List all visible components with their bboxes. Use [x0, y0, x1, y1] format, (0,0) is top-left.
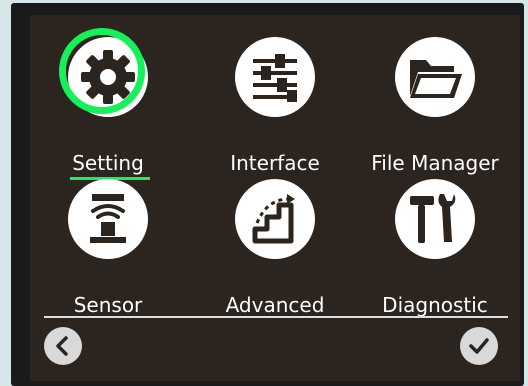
menu-item-label: Diagnostic	[382, 293, 488, 317]
selection-ring	[59, 28, 145, 114]
screen: Setting Interface File Manager Sensor Ad…	[30, 15, 520, 381]
menu-item-setting[interactable]: Setting	[30, 28, 188, 187]
back-button[interactable]	[44, 327, 82, 365]
check-icon	[469, 338, 489, 354]
menu-item-label: Sensor	[73, 293, 143, 317]
folder-icon	[395, 37, 475, 117]
menu-item-label: Advanced	[225, 293, 325, 317]
menu-item-diagnostic[interactable]: Diagnostic	[355, 177, 515, 327]
tools-icon	[395, 179, 475, 259]
sliders-icon	[235, 37, 315, 117]
menu-item-label: File Manager	[371, 151, 499, 175]
sensor-icon	[68, 179, 148, 259]
menu-item-file-manager[interactable]: File Manager	[355, 37, 515, 187]
stairs-icon	[235, 179, 315, 259]
menu-item-advanced[interactable]: Advanced	[195, 177, 355, 327]
menu-item-interface[interactable]: Interface	[195, 37, 355, 187]
chevron-left-icon	[56, 336, 68, 356]
footer-divider	[44, 316, 508, 318]
menu-item-label: Setting	[72, 151, 144, 175]
confirm-button[interactable]	[460, 327, 498, 365]
menu-item-sensor[interactable]: Sensor	[30, 177, 188, 327]
menu-item-label: Interface	[230, 151, 320, 175]
